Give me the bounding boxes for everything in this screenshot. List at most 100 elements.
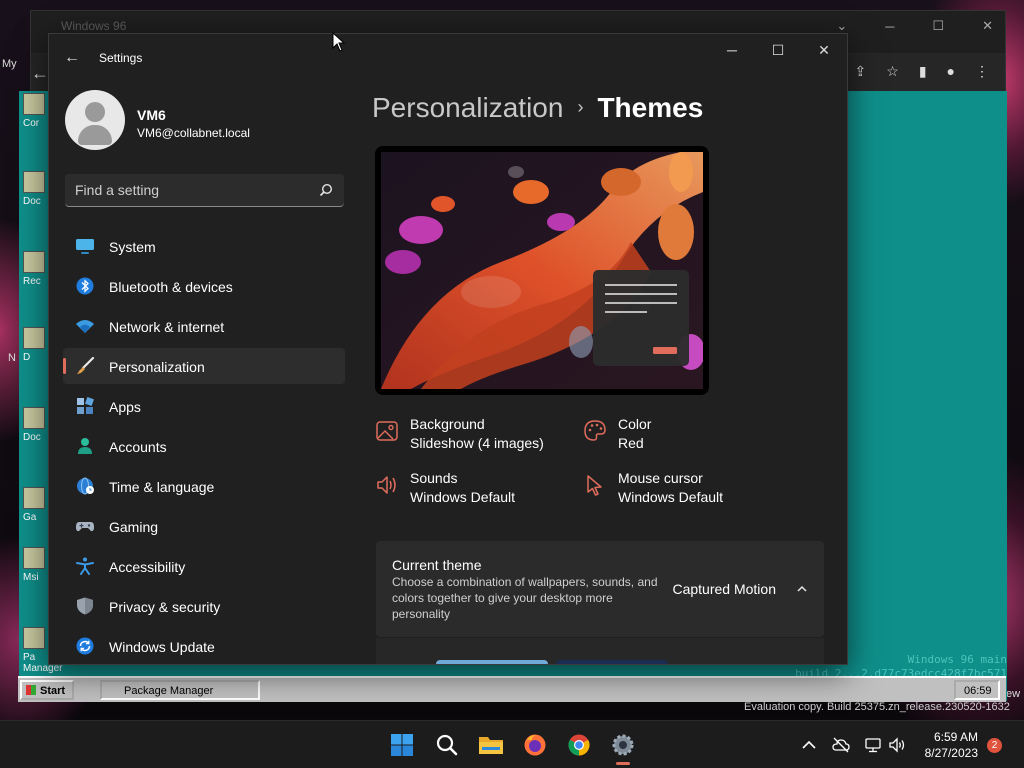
chevron-up-icon[interactable] — [800, 736, 818, 754]
star-icon[interactable]: ☆ — [886, 63, 899, 80]
settings-window: ← Settings ─ ☐ ✕ VM6 VM6@collabnet.local… — [48, 33, 848, 665]
current-theme-value: Captured Motion — [672, 581, 776, 597]
back-arrow-icon[interactable]: ← — [64, 49, 80, 67]
network-icon[interactable] — [864, 736, 882, 754]
search-box[interactable] — [65, 174, 344, 207]
sidebar-item-label: Accessibility — [109, 559, 186, 575]
setting-title: Background — [410, 416, 485, 432]
back-arrow-icon[interactable]: ← — [31, 63, 49, 84]
monitor-icon — [76, 239, 94, 254]
search-input[interactable] — [65, 174, 305, 206]
desktop-icon-label: Cor — [23, 118, 40, 129]
notification-badge[interactable]: 2 — [987, 738, 1002, 753]
close-icon[interactable]: ✕ — [982, 18, 993, 34]
maximize-icon[interactable]: ☐ — [932, 18, 944, 34]
current-theme-description: Choose a combination of wallpapers, soun… — [392, 575, 658, 621]
breadcrumb-parent[interactable]: Personalization — [372, 92, 563, 123]
clock-time[interactable]: 6:59 AM — [934, 730, 978, 744]
msi-icon — [23, 547, 45, 569]
sidebar-item-windows-update[interactable]: Windows Update — [63, 628, 345, 664]
current-theme-title: Current theme — [392, 557, 482, 573]
sidebar-item-bluetooth[interactable]: Bluetooth & devices — [63, 268, 345, 304]
retro-taskbar-app[interactable]: Package Manager — [100, 680, 260, 700]
setting-title: Mouse cursor — [618, 470, 703, 486]
browser-toolbar-icons: ⇪ ☆ ▮ ● ⋮ — [855, 63, 989, 80]
sidebar-item-accounts[interactable]: Accounts — [63, 428, 345, 464]
profile-icon[interactable]: ● — [947, 63, 955, 80]
search-icon[interactable] — [319, 183, 333, 197]
retro-taskbar: Start Package Manager 06:59 — [18, 676, 1006, 702]
theme-thumbnails — [376, 638, 824, 664]
cloud-off-icon[interactable] — [832, 736, 850, 754]
evaluation-watermark: Evaluation copy. Build 25375.zn_release.… — [744, 701, 1010, 713]
games-icon — [23, 487, 45, 509]
taskbar-settings[interactable] — [607, 729, 639, 765]
close-button[interactable]: ✕ — [801, 34, 847, 66]
desktop-icon-label: D — [23, 352, 31, 363]
start-icon — [391, 734, 413, 756]
more-icon[interactable]: ⋮ — [975, 63, 989, 80]
sidebar-icon[interactable]: ▮ — [919, 63, 927, 80]
sidebar-item-apps[interactable]: Apps — [63, 388, 345, 424]
sidebar-item-accessibility[interactable]: Accessibility — [63, 548, 345, 584]
folder-icon — [23, 327, 45, 349]
sidebar-item-time-language[interactable]: Time & language — [63, 468, 345, 504]
apps-icon — [77, 397, 94, 414]
brush-icon — [76, 357, 95, 374]
documents-icon — [23, 171, 45, 193]
theme-preview — [375, 146, 709, 395]
chevron-down-icon[interactable]: ⌄ — [836, 18, 847, 34]
taskbar-chrome[interactable] — [563, 729, 595, 761]
sidebar-item-network[interactable]: Network & internet — [63, 308, 345, 344]
cursor-icon — [587, 475, 602, 496]
chrome-icon — [568, 734, 590, 756]
desktop-edge-label: ew — [1006, 688, 1021, 700]
settings-nav: System Bluetooth & devices Network & int… — [63, 228, 345, 664]
taskbar-file-explorer[interactable] — [475, 729, 507, 761]
theme-thumbnail[interactable] — [556, 660, 668, 664]
theme-thumbnail[interactable] — [436, 660, 548, 664]
setting-value: Slideshow (4 images) — [410, 435, 544, 451]
volume-icon[interactable] — [888, 736, 906, 754]
taskbar-search-button[interactable] — [431, 729, 463, 761]
sidebar-item-label: Personalization — [109, 359, 205, 375]
avatar[interactable] — [65, 90, 125, 150]
retro-clock: 06:59 — [954, 680, 1000, 700]
palette-icon — [584, 420, 606, 441]
sidebar-item-personalization[interactable]: Personalization — [63, 348, 345, 384]
speaker-icon — [377, 476, 396, 494]
retro-start-button[interactable]: Start — [20, 680, 74, 700]
chevron-up-icon[interactable] — [796, 583, 808, 595]
window-title: Settings — [99, 51, 143, 65]
search-icon — [436, 734, 458, 756]
sidebar-item-label: Apps — [109, 399, 141, 415]
clock-date[interactable]: 8/27/2023 — [925, 746, 978, 760]
sidebar-item-label: Network & internet — [109, 319, 225, 335]
sidebar-item-system[interactable]: System — [63, 228, 345, 264]
documents-icon — [23, 407, 45, 429]
start-button[interactable] — [386, 729, 418, 761]
theme-preview-image — [381, 152, 703, 389]
user-email: VM6@collabnet.local — [137, 126, 250, 140]
accessibility-icon — [76, 557, 94, 575]
maximize-button[interactable]: ☐ — [755, 34, 801, 66]
share-icon[interactable]: ⇪ — [855, 63, 867, 80]
desktop-icon-label: Msi — [23, 572, 39, 583]
sidebar-item-privacy[interactable]: Privacy & security — [63, 588, 345, 624]
sidebar-item-label: Gaming — [109, 519, 159, 535]
minimize-icon[interactable]: ─ — [885, 19, 894, 34]
setting-title: Sounds — [410, 470, 458, 486]
sidebar-item-label: Time & language — [109, 479, 215, 495]
browser-menu-label: My — [2, 58, 17, 70]
sidebar-item-label: Windows Update — [109, 639, 215, 655]
sidebar-item-gaming[interactable]: Gaming — [63, 508, 345, 544]
computer-icon — [23, 93, 45, 115]
minimize-button[interactable]: ─ — [709, 34, 755, 66]
current-theme-card[interactable]: Current theme Choose a combination of wa… — [376, 541, 824, 637]
window-controls: ─ ☐ ✕ — [709, 34, 847, 66]
wifi-icon — [76, 320, 94, 333]
browser-tab-title[interactable]: Windows 96 — [61, 19, 126, 33]
taskbar-firefox[interactable] — [519, 729, 551, 761]
setting-value: Windows Default — [410, 489, 516, 505]
chevron-right-icon: › — [577, 97, 584, 117]
